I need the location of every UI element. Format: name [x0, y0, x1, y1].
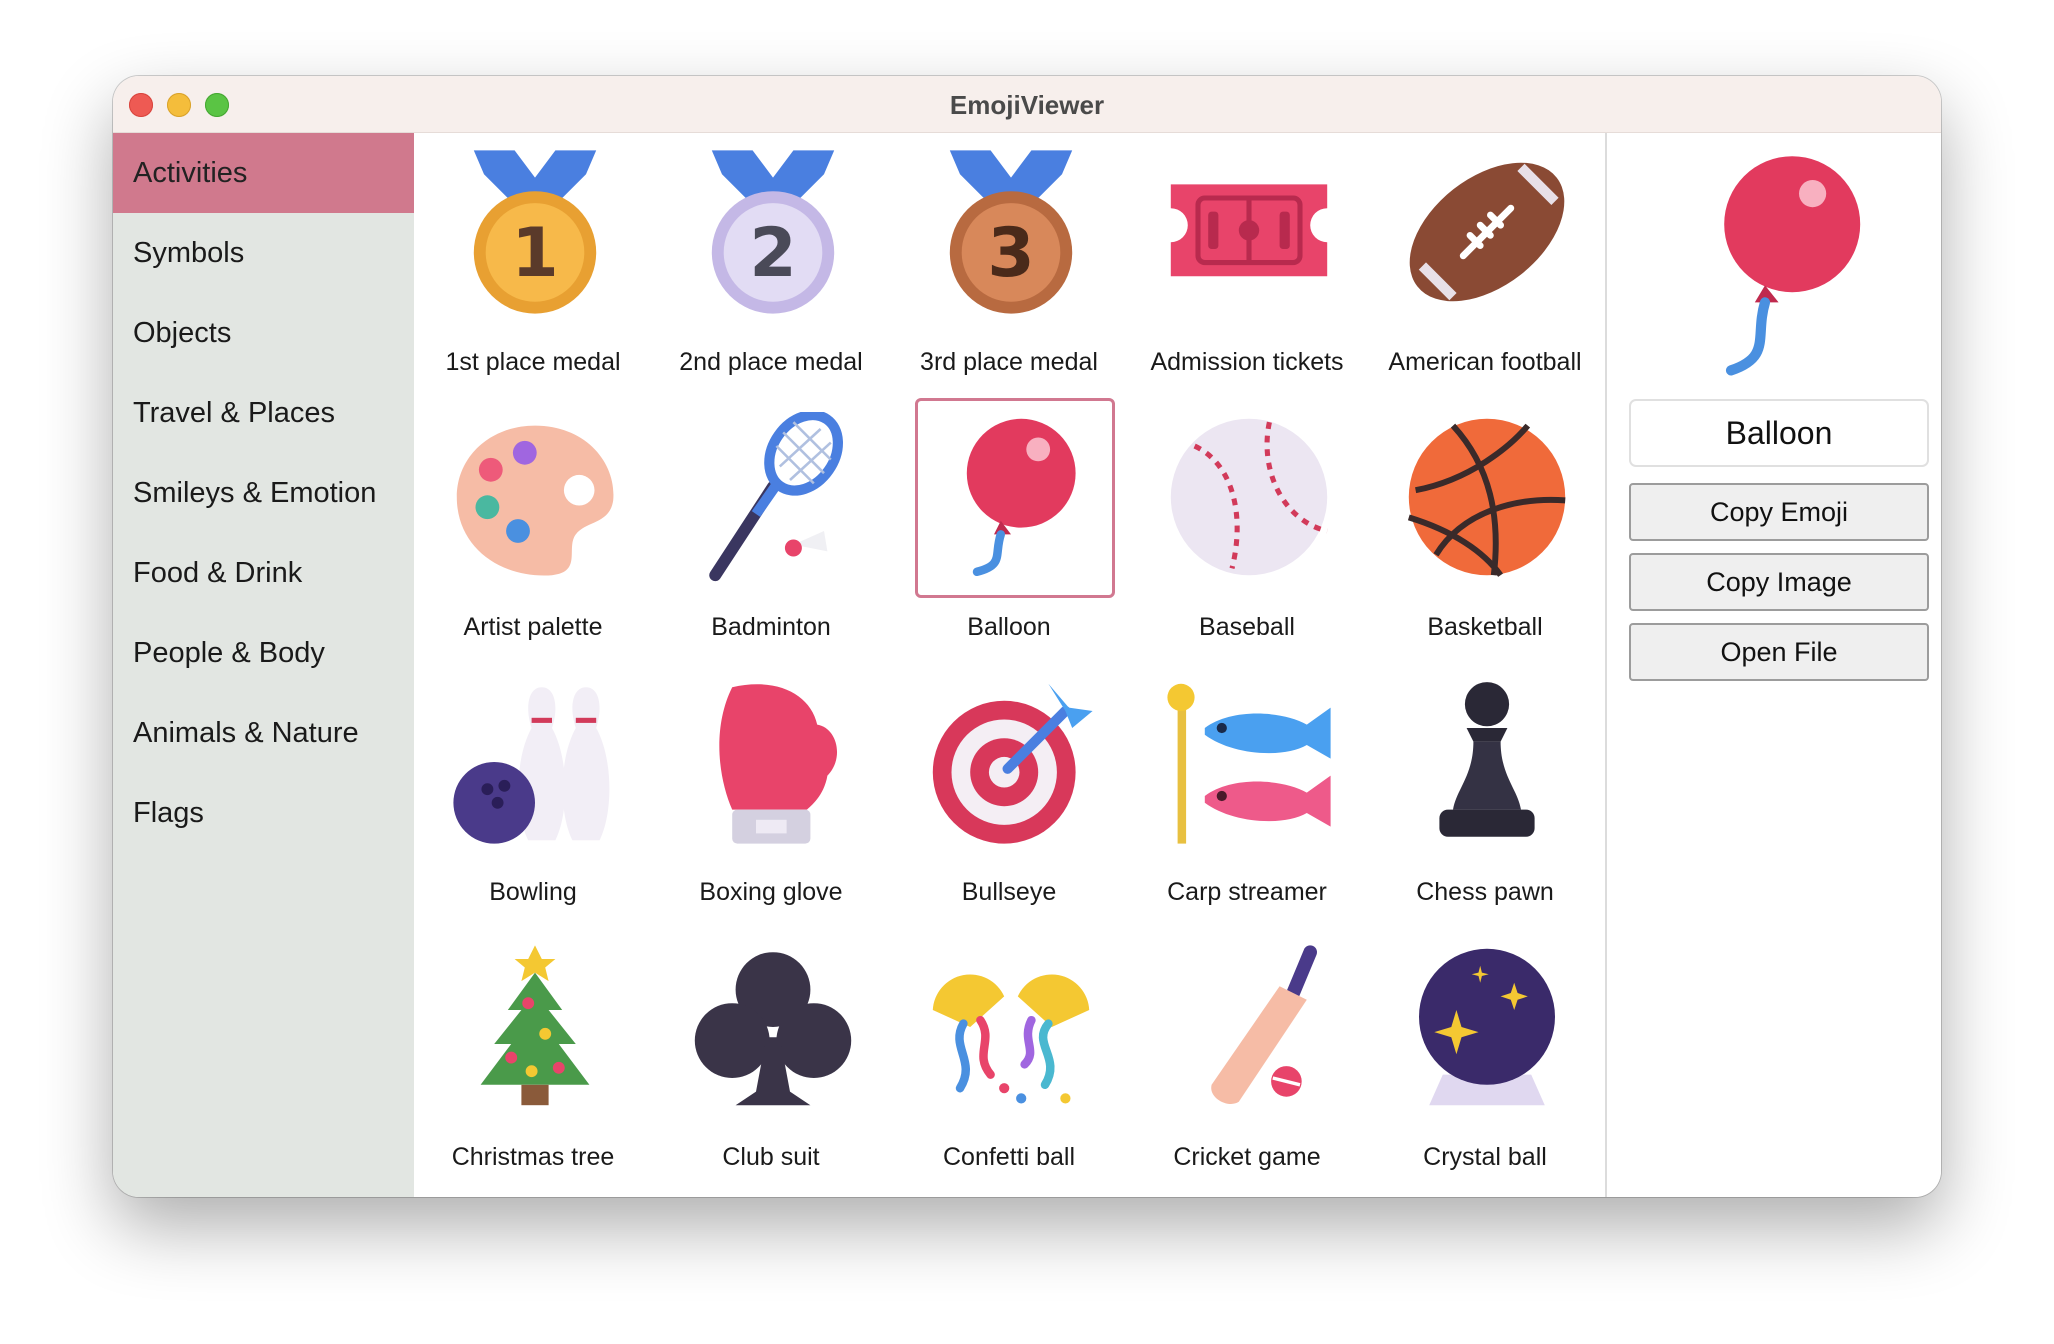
balloon-icon [1724, 156, 1861, 376]
emoji-label: Bowling [489, 878, 577, 906]
club-suit-icon [694, 952, 852, 1106]
selected-emoji-name: Balloon [1629, 399, 1929, 467]
third-place-medal-icon: 3 [949, 150, 1073, 314]
emoji-label: Baseball [1199, 613, 1295, 641]
emoji-cell-3rd-place-medal[interactable]: 3 3rd place medal [890, 133, 1128, 398]
cricket-game-icon [1211, 945, 1317, 1104]
confetti-ball-icon [932, 974, 1090, 1104]
emoji-cell-2nd-place-medal[interactable]: 2 2nd place medal [652, 133, 890, 398]
emoji-cell-artist-palette[interactable]: Artist palette [414, 398, 652, 663]
boxing-glove-icon [719, 684, 838, 844]
emoji-label: Badminton [711, 613, 831, 641]
emoji-label: Balloon [967, 613, 1051, 641]
detail-panel: Balloon Copy Emoji Copy Image Open File [1607, 133, 1941, 1197]
sidebar-item-objects[interactable]: Objects [113, 293, 414, 373]
emoji-cell-chess-pawn[interactable]: Chess pawn [1366, 663, 1604, 928]
sidebar-item-symbols[interactable]: Symbols [113, 213, 414, 293]
emoji-label: Crystal ball [1423, 1143, 1547, 1171]
sidebar-item-travel-places[interactable]: Travel & Places [113, 373, 414, 453]
emoji-cell-crystal-ball[interactable]: Crystal ball [1366, 928, 1604, 1193]
emoji-label: Confetti ball [942, 1143, 1076, 1171]
emoji-label: Bullseye [961, 878, 1057, 906]
emoji-label: Artist palette [463, 613, 603, 641]
emoji-label: Club suit [722, 1143, 820, 1171]
emoji-cell-badminton[interactable]: Badminton [652, 398, 890, 663]
emoji-label: 3rd place medal [920, 348, 1098, 376]
sidebar-item-animals-nature[interactable]: Animals & Nature [113, 693, 414, 773]
sidebar-item-flags[interactable]: Flags [113, 773, 414, 853]
svg-text:3: 3 [987, 214, 1034, 293]
svg-text:2: 2 [749, 214, 796, 293]
emoji-cell-admission-tickets[interactable]: Admission tickets [1128, 133, 1366, 398]
christmas-tree-icon [480, 945, 590, 1106]
carp-streamer-icon [1167, 683, 1331, 844]
open-file-button[interactable]: Open File [1629, 623, 1929, 681]
badminton-icon [709, 412, 843, 582]
emoji-label: Boxing glove [699, 878, 843, 906]
bowling-icon [453, 687, 610, 844]
emoji-cell-baseball[interactable]: Baseball [1128, 398, 1366, 663]
emoji-cell-christmas-tree[interactable]: Christmas tree [414, 928, 652, 1193]
emoji-cell-1st-place-medal[interactable]: 1 1st place medal [414, 133, 652, 398]
emoji-label: Basketball [1427, 613, 1543, 641]
category-sidebar: Activities Symbols Objects Travel & Plac… [113, 133, 414, 1197]
artist-palette-icon [456, 425, 614, 576]
baseball-icon [1170, 418, 1328, 576]
sidebar-item-smileys-emotion[interactable]: Smileys & Emotion [113, 453, 414, 533]
emoji-label: Admission tickets [1150, 348, 1344, 376]
emoji-label: Carp streamer [1167, 878, 1327, 906]
emoji-cell-boxing-glove[interactable]: Boxing glove [652, 663, 890, 928]
second-place-medal-icon: 2 [711, 150, 835, 314]
emoji-grid: 1 1st place medal 2 2nd place medal 3 3r… [414, 133, 1607, 1197]
sidebar-item-food-drink[interactable]: Food & Drink [113, 533, 414, 613]
emoji-cell-bullseye[interactable]: Bullseye [890, 663, 1128, 928]
balloon-icon [966, 418, 1076, 577]
emoji-cell-club-suit[interactable]: Club suit [652, 928, 890, 1193]
emoji-cell-cricket-game[interactable]: Cricket game [1128, 928, 1366, 1193]
emoji-label: Chess pawn [1416, 878, 1554, 906]
american-football-icon [1409, 162, 1565, 302]
admission-tickets-icon [1170, 184, 1328, 277]
title-bar: EmojiViewer [113, 76, 1941, 133]
window-title: EmojiViewer [949, 90, 1105, 120]
emoji-label: 2nd place medal [679, 348, 863, 376]
emoji-cell-basketball[interactable]: Basketball [1366, 398, 1604, 663]
emoji-cell-confetti-ball[interactable]: Confetti ball [890, 928, 1128, 1193]
chess-pawn-icon [1439, 682, 1535, 837]
sidebar-item-people-body[interactable]: People & Body [113, 613, 414, 693]
emoji-label: Cricket game [1173, 1143, 1321, 1171]
first-place-medal-icon: 1 [473, 150, 597, 314]
sidebar-item-activities[interactable]: Activities [113, 133, 414, 213]
copy-emoji-button[interactable]: Copy Emoji [1629, 483, 1929, 541]
emoji-label: American football [1388, 348, 1582, 376]
emoji-cell-balloon[interactable]: Balloon [890, 398, 1128, 663]
emoji-cell-bowling[interactable]: Bowling [414, 663, 652, 928]
emoji-cell-carp-streamer[interactable]: Carp streamer [1128, 663, 1366, 928]
emoji-label: 1st place medal [445, 348, 621, 376]
bullseye-icon [932, 683, 1093, 844]
copy-image-button[interactable]: Copy Image [1629, 553, 1929, 611]
basketball-icon [1407, 418, 1566, 577]
svg-text:1: 1 [511, 214, 558, 293]
crystal-ball-icon [1419, 948, 1555, 1106]
app-window: EmojiViewer Activities Symbols Objects T… [113, 76, 1941, 1197]
emoji-cell-american-football[interactable]: American football [1366, 133, 1604, 398]
emoji-label: Christmas tree [451, 1143, 615, 1171]
